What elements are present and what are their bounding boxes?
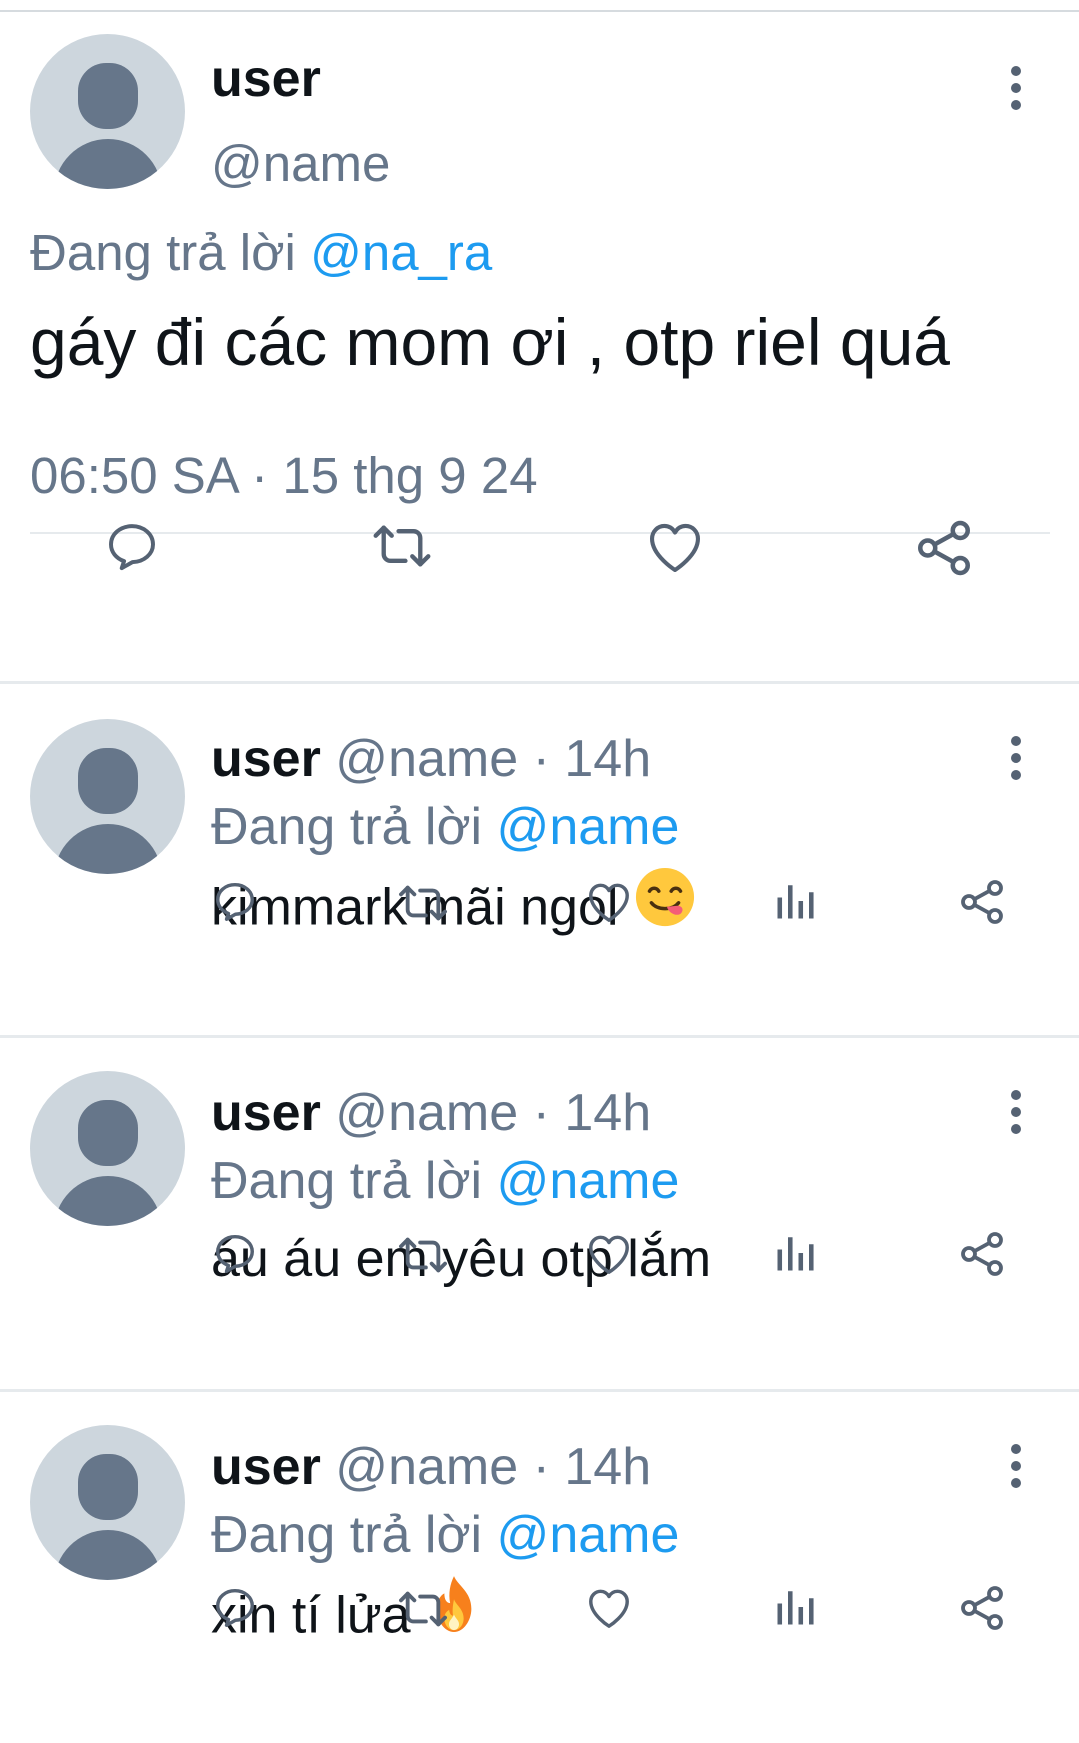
share-icon[interactable] [914,518,974,578]
user-handle[interactable]: @name [211,133,390,195]
share-icon[interactable] [958,878,1006,926]
retweet-icon[interactable] [396,1232,450,1278]
analytics-icon[interactable] [774,1586,816,1628]
avatar-body-shape [54,1530,162,1580]
handle-and-time: @name · 14h [335,1084,652,1142]
display-name[interactable]: user [211,1084,321,1142]
handle-and-time: @name · 14h [335,1438,652,1496]
replying-to-mention[interactable]: @name [497,798,680,856]
share-icon[interactable] [958,1230,1006,1278]
like-icon[interactable] [586,1232,632,1276]
divider [30,532,1050,534]
display-name[interactable]: user [211,48,321,110]
reply-text-line: áu áu em yêu otp lắm [211,1226,711,1292]
more-options-icon[interactable] [1010,1090,1022,1134]
main-tweet: user @name Đang trả lời @na_ra gáy đi cá… [0,12,1079,684]
more-options-icon[interactable] [1010,66,1022,110]
replying-to-label: Đang trả lời [211,798,497,856]
top-edge [0,0,1079,12]
retweet-icon[interactable] [370,518,434,574]
like-icon[interactable] [646,520,704,574]
replying-to-line: Đang trả lời @name [211,1504,679,1566]
like-icon[interactable] [586,1586,632,1630]
reply-tweet[interactable]: user @name · 14h Đang trả lời @name xin … [0,1392,1079,1743]
replying-to-label: Đang trả lời [30,224,311,281]
avatar[interactable] [30,719,185,874]
savoring-face-emoji [634,866,696,944]
tweet-text: gáy đi các mom ơi , otp riel quá [30,305,951,379]
reply-text: áu áu em yêu otp lắm [211,1230,712,1288]
replying-to-mention[interactable]: @name [497,1152,680,1210]
avatar-head-shape [78,63,138,129]
reply-icon[interactable] [104,518,160,574]
handle-and-time: @name · 14h [335,730,652,788]
avatar-body-shape [54,1176,162,1226]
avatar[interactable] [30,1071,185,1226]
reply-header: user @name · 14h [211,1436,651,1498]
share-icon[interactable] [958,1584,1006,1632]
analytics-icon[interactable] [774,880,816,922]
replying-to-label: Đang trả lời [211,1506,497,1564]
like-icon[interactable] [586,880,632,924]
replying-to-mention[interactable]: @na_ra [310,224,492,281]
tweet-timestamp[interactable]: 06:50 SA · 15 thg 9 24 [30,445,538,507]
more-options-icon[interactable] [1010,1444,1022,1488]
avatar[interactable] [30,1425,185,1580]
avatar-body-shape [54,139,162,189]
replying-to-label: Đang trả lời [211,1152,497,1210]
replying-to-mention[interactable]: @name [497,1506,680,1564]
replying-to-line: Đang trả lời @name [211,796,679,858]
reply-header: user @name · 14h [211,1082,651,1144]
avatar-head-shape [78,1100,138,1166]
reply-tweet[interactable]: user @name · 14h Đang trả lời @name kimm… [0,684,1079,1038]
retweet-icon[interactable] [396,1586,450,1632]
avatar[interactable] [30,34,185,189]
replying-to-line: Đang trả lời @name [211,1150,679,1212]
display-name[interactable]: user [211,730,321,788]
avatar-body-shape [54,824,162,874]
avatar-head-shape [78,1454,138,1520]
analytics-icon[interactable] [774,1232,816,1274]
display-name[interactable]: user [211,1438,321,1496]
retweet-icon[interactable] [396,880,450,926]
more-options-icon[interactable] [1010,736,1022,780]
reply-icon[interactable] [212,1230,258,1276]
replying-to-line: Đang trả lời @na_ra [30,222,492,284]
avatar-head-shape [78,748,138,814]
reply-header: user @name · 14h [211,728,651,790]
reply-icon[interactable] [212,878,258,924]
reply-tweet[interactable]: user @name · 14h Đang trả lời @name áu á… [0,1038,1079,1392]
reply-icon[interactable] [212,1584,258,1630]
